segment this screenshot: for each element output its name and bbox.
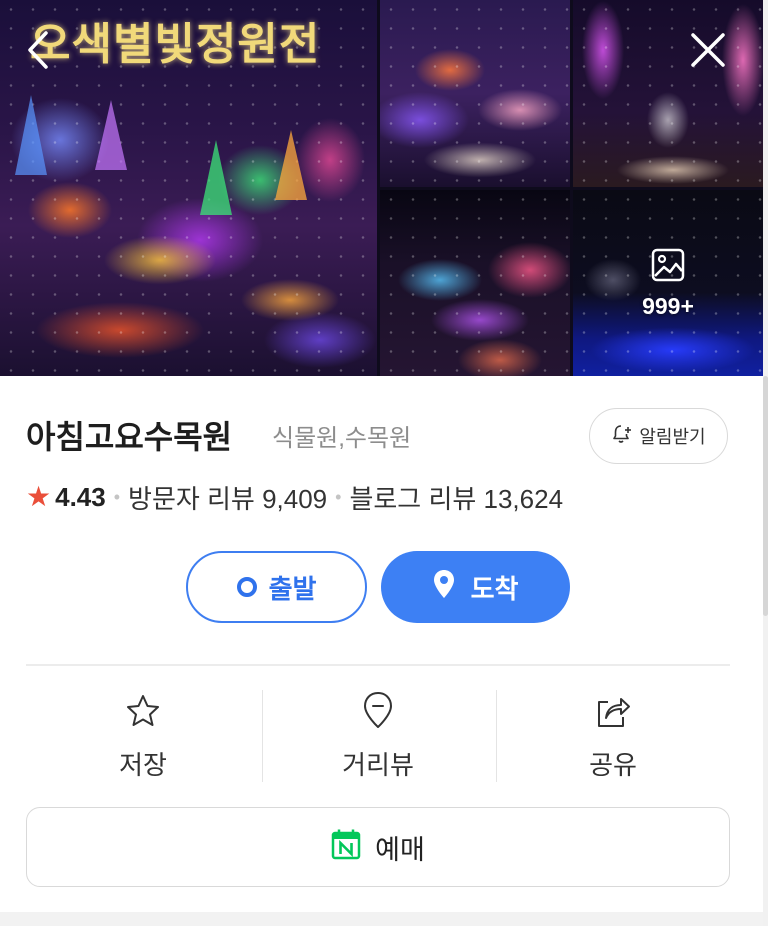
share-label: 공유	[589, 750, 637, 780]
alarm-label: 알림받기	[639, 427, 706, 448]
back-button[interactable]	[18, 31, 58, 73]
rating-score: 4.43	[55, 481, 106, 512]
separator-dot: •	[335, 486, 342, 507]
snow-texture	[573, 0, 763, 187]
reserve-button[interactable]: 예매	[26, 807, 730, 887]
rating-row: ★ 4.43 • 방문자 리뷰 9,409 • 블로그 리뷰 13,624	[26, 480, 563, 514]
light-tree	[200, 140, 232, 215]
close-button[interactable]	[688, 32, 728, 72]
image-icon	[650, 247, 686, 287]
map-pin-outline-icon	[362, 690, 394, 729]
place-category: 식물원,수목원	[272, 425, 412, 452]
save-button[interactable]: 저장	[43, 690, 243, 782]
depart-button[interactable]: 출발	[186, 551, 367, 623]
scrollbar[interactable]	[763, 0, 768, 926]
visitor-reviews-link[interactable]: 방문자 리뷰 9,409	[128, 479, 327, 516]
star-filled-icon: ★	[26, 481, 52, 512]
gallery-title-art: 오색별빛정원전	[30, 19, 321, 70]
reserve-label: 예매	[375, 834, 425, 865]
streetview-label: 거리뷰	[342, 750, 414, 780]
blog-reviews-link[interactable]: 블로그 리뷰 13,624	[349, 479, 563, 516]
naver-calendar-icon	[331, 828, 361, 867]
action-separator	[262, 690, 263, 782]
gallery-more-button[interactable]: 999+	[573, 190, 763, 376]
gallery-photo-2[interactable]	[380, 0, 570, 187]
gallery-photo-3[interactable]	[573, 0, 763, 187]
arrive-button[interactable]: 도착	[381, 551, 570, 623]
place-name: 아침고요수목원	[26, 419, 233, 455]
gallery-photo-4[interactable]	[380, 190, 570, 376]
chevron-left-icon	[27, 31, 49, 73]
section-gap	[0, 912, 763, 926]
divider	[26, 664, 730, 666]
share-icon	[594, 690, 632, 729]
origin-dot-icon	[236, 577, 257, 597]
bell-plus-icon	[611, 423, 633, 450]
arrive-label: 도착	[470, 573, 519, 604]
star-outline-icon	[125, 690, 161, 729]
separator-dot: •	[113, 486, 121, 507]
scrollbar-thumb[interactable]	[763, 376, 768, 616]
light-tree	[15, 95, 47, 175]
photo-count: 999+	[642, 292, 694, 319]
depart-label: 출발	[268, 573, 317, 604]
action-separator	[496, 690, 497, 782]
snow-texture	[380, 0, 570, 187]
photo-gallery: 오색별빛정원전 999+	[0, 0, 763, 376]
alarm-button[interactable]: 알림받기	[589, 408, 728, 464]
light-tree	[95, 100, 127, 170]
save-label: 저장	[119, 750, 167, 780]
streetview-button[interactable]: 거리뷰	[278, 690, 478, 782]
share-button[interactable]: 공유	[513, 690, 713, 782]
close-icon	[690, 32, 726, 72]
light-tree	[275, 130, 307, 200]
snow-texture	[380, 190, 570, 376]
location-pin-icon	[433, 569, 455, 606]
